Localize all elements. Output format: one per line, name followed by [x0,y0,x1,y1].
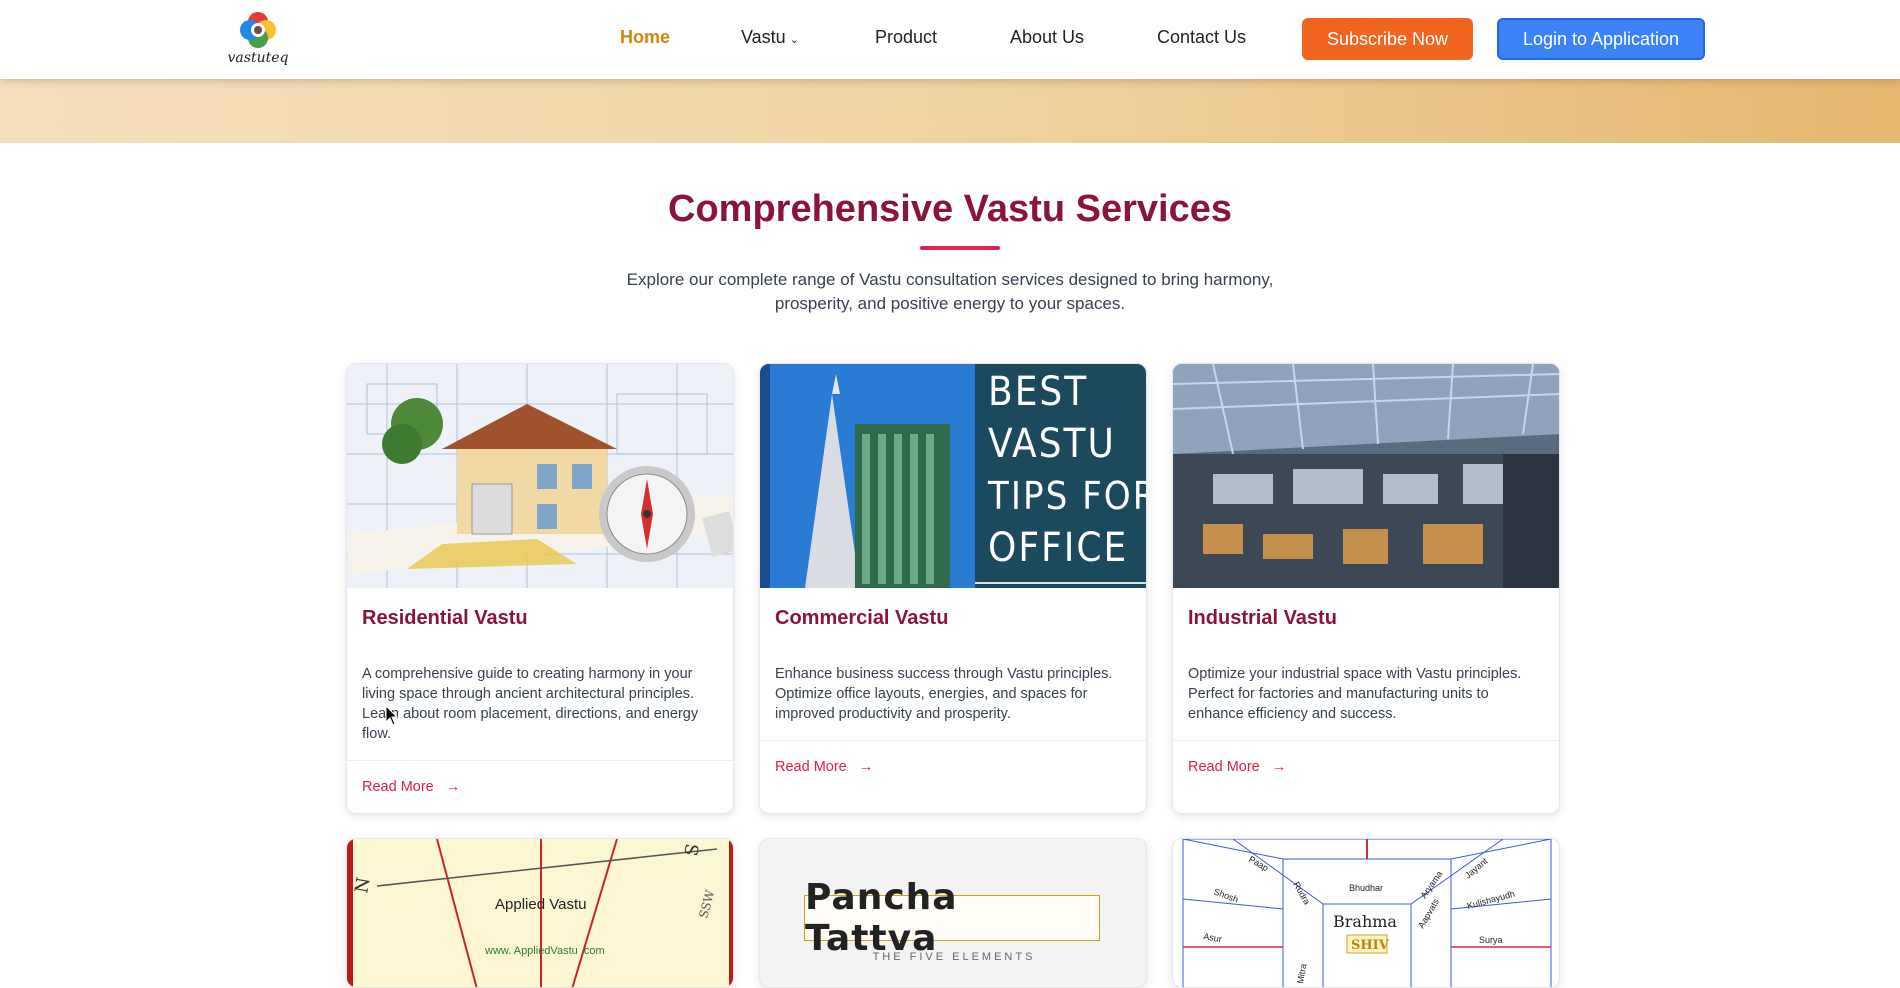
image-text-line: VASTU [988,421,1116,467]
hero-banner-strip [0,79,1900,143]
read-more-label: Read More [775,759,847,775]
read-more-label: Read More [362,779,434,795]
card-description: Enhance business success through Vastu p… [775,666,1113,722]
card-divider [760,740,1146,741]
nav-vastu-label: Vastu [741,27,786,47]
card-title: Residential Vastu [362,607,528,629]
pancha-tattva-image-text: Pancha Tattva [805,877,958,959]
vastuteq-logo[interactable]: vastuteq [222,8,294,70]
shiv-image-text: SHIV [1351,938,1390,953]
nav-vastu-dropdown[interactable]: Vastu ⌄ [741,27,799,48]
arrow-right-icon: → [445,779,461,795]
mouse-cursor-icon [385,705,399,726]
residential-house-image [347,364,733,588]
nav-home-link[interactable]: Home [620,27,670,48]
read-more-link[interactable]: Read More → [362,779,460,795]
office-tips-image-text: BEST VASTU TIPS FOR OFFICE [988,366,1147,574]
service-card-commercial: BEST VASTU TIPS FOR OFFICE Commercial Va… [759,363,1147,814]
nav-product-link[interactable]: Product [875,27,937,48]
logo-text: vastuteq [227,50,289,66]
card-title: Industrial Vastu [1188,607,1337,629]
image-text-line: TIPS FOR [988,474,1147,518]
section-title: Comprehensive Vastu Services [668,188,1232,230]
service-card-pancha-tattva: Pancha Tattva THE FIVE ELEMENTS [759,838,1147,988]
read-more-label: Read More [1188,759,1260,775]
image-text-line: BEST [988,369,1089,415]
chevron-down-icon: ⌄ [789,34,799,46]
read-more-link[interactable]: Read More → [1188,759,1286,775]
image-text-line: OFFICE [988,525,1129,571]
card-description: Optimize your industrial space with Vast… [1188,666,1522,722]
card-divider [347,760,733,761]
vastu-purusha-grid-image: Bhudhar Aryama Jayant Kulishayudh Surya … [1173,839,1559,987]
arrow-right-icon: → [858,759,874,775]
service-card-industrial: Industrial Vastu Optimize your industria… [1172,363,1560,814]
nav-contact-link[interactable]: Contact Us [1157,27,1246,48]
read-more-link[interactable]: Read More → [775,759,873,775]
five-elements-image-text: THE FIVE ELEMENTS [872,951,1036,963]
logo-flower-icon [240,12,276,48]
title-underline [920,246,1000,250]
nav-about-link[interactable]: About Us [1010,27,1084,48]
grid-label: Bhudhar [1349,883,1383,893]
service-card-applied-vastu: N S SSW Applied Vastu www. AppliedVastu … [346,838,734,988]
service-card-brahma-grid: Bhudhar Aryama Jayant Kulishayudh Surya … [1172,838,1560,988]
top-navbar: vastuteq Home Vastu ⌄ Product About Us Co… [0,0,1900,79]
subscribe-now-button[interactable]: Subscribe Now [1302,18,1473,60]
brahma-image-text: Brahma [1333,912,1397,931]
grid-label: Surya [1479,935,1503,945]
commercial-office-image: BEST VASTU TIPS FOR OFFICE [760,364,1147,588]
card-title: Commercial Vastu [775,607,949,629]
login-to-application-button[interactable]: Login to Application [1497,18,1705,60]
service-card-residential: Residential Vastu A comprehensive guide … [346,363,734,814]
industrial-factory-image [1173,364,1559,588]
card-divider [1173,740,1559,741]
card-description: A comprehensive guide to creating harmon… [362,666,699,742]
applied-vastu-image-text: Applied Vastu [495,896,586,913]
section-subtitle: Explore our complete range of Vastu cons… [626,270,1274,313]
arrow-right-icon: → [1271,759,1287,775]
applied-vastu-url-text: www. AppliedVastu .com [484,945,605,957]
applied-vastu-compass-image: N S SSW Applied Vastu www. AppliedVastu … [347,839,733,987]
pancha-tattva-image-banner: Pancha Tattva [804,877,1100,959]
